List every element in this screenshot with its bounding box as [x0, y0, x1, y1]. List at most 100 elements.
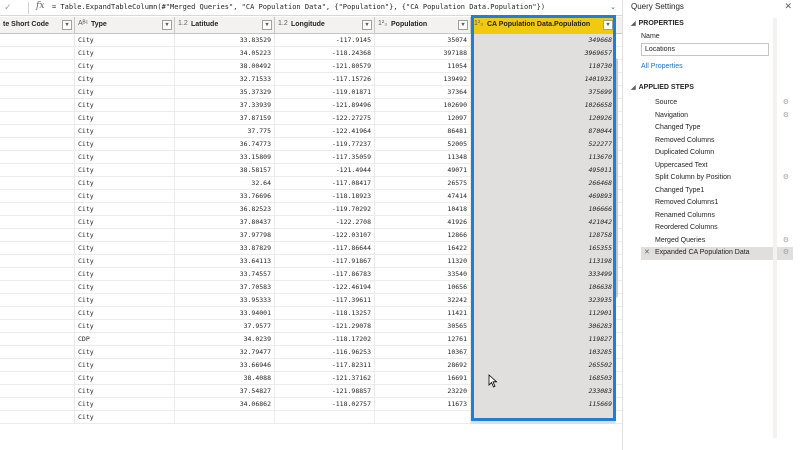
cell-population[interactable]: 30565 [375, 320, 471, 333]
cell-longitude[interactable]: -119.77237 [275, 138, 375, 151]
cell-ca-population[interactable]: 103285 [471, 346, 616, 359]
cell-longitude[interactable]: -119.70292 [275, 203, 375, 216]
cell-ca-population[interactable]: 110730 [471, 60, 616, 73]
cell-longitude[interactable]: -122.2708 [275, 216, 375, 229]
cell-type[interactable]: City [75, 47, 175, 60]
cell-latitude[interactable]: 34.0239 [175, 333, 275, 346]
cell-ca-population[interactable]: 469893 [471, 190, 616, 203]
table-row[interactable]: City 33.74557 -117.86783 33540 333499 [0, 268, 622, 281]
filter-dropdown-icon[interactable]: ▾ [262, 20, 272, 30]
cell-population[interactable]: 11054 [375, 60, 471, 73]
cell-latitude[interactable]: 32.64 [175, 177, 275, 190]
cell-population[interactable] [375, 411, 471, 424]
cell-short-code[interactable] [0, 125, 75, 138]
cell-ca-population[interactable]: 522277 [471, 138, 616, 151]
cell-longitude[interactable] [275, 411, 375, 424]
cell-type[interactable]: City [75, 385, 175, 398]
chevron-down-icon[interactable]: ⌄ [608, 3, 618, 13]
applied-step-item[interactable]: Split Column by Position ⚙ [641, 172, 793, 185]
cell-longitude[interactable]: -117.35059 [275, 151, 375, 164]
table-row[interactable]: City 33.94001 -118.13257 11421 112901 [0, 307, 622, 320]
cell-longitude[interactable]: -122.27275 [275, 112, 375, 125]
column-header-latitude[interactable]: 1.2 Latitude ▾ [175, 17, 275, 34]
cell-short-code[interactable] [0, 190, 75, 203]
cell-longitude[interactable]: -117.86644 [275, 242, 375, 255]
cell-ca-population[interactable]: 113198 [471, 255, 616, 268]
cell-short-code[interactable] [0, 294, 75, 307]
cell-short-code[interactable] [0, 86, 75, 99]
cell-latitude[interactable]: 33.94001 [175, 307, 275, 320]
formula-text[interactable]: = Table.ExpandTableColumn(#"Merged Queri… [52, 3, 545, 11]
cell-short-code[interactable] [0, 112, 75, 125]
cell-latitude[interactable]: 37.87159 [175, 112, 275, 125]
cell-population[interactable]: 86481 [375, 125, 471, 138]
applied-steps-heading[interactable]: ◢ APPLIED STEPS [631, 84, 694, 91]
cell-ca-population[interactable]: 266468 [471, 177, 616, 190]
cell-type[interactable]: City [75, 190, 175, 203]
cell-ca-population[interactable]: 106638 [471, 281, 616, 294]
cell-ca-population[interactable]: 349668 [471, 34, 616, 47]
cell-population[interactable]: 37364 [375, 86, 471, 99]
filter-dropdown-icon[interactable]: ▾ [458, 20, 468, 30]
cell-type[interactable]: City [75, 138, 175, 151]
cell-longitude[interactable]: -122.46194 [275, 281, 375, 294]
column-header-longitude[interactable]: 1.2 Longitude ▾ [275, 17, 375, 34]
applied-step-item[interactable]: ✕ Expanded CA Population Data ⚙ [641, 247, 793, 260]
cell-population[interactable]: 26575 [375, 177, 471, 190]
column-header-type[interactable]: Aᴮᶜ Type ▾ [75, 17, 175, 34]
table-row[interactable]: City 37.80437 -122.2708 41926 421042 [0, 216, 622, 229]
cell-short-code[interactable] [0, 307, 75, 320]
cell-type[interactable]: City [75, 372, 175, 385]
cell-population[interactable]: 397188 [375, 47, 471, 60]
vertical-scroll-thumb[interactable] [613, 58, 618, 298]
cell-population[interactable]: 16691 [375, 372, 471, 385]
gear-icon[interactable]: ⚙ [783, 247, 789, 260]
table-row[interactable]: City 38.58157 -121.4944 49071 495011 [0, 164, 622, 177]
table-row[interactable]: City [0, 411, 622, 424]
cell-longitude[interactable]: -121.80579 [275, 60, 375, 73]
cell-short-code[interactable] [0, 99, 75, 112]
column-header-population[interactable]: 1²₃ Population ▾ [375, 17, 471, 34]
cell-longitude[interactable]: -121.4944 [275, 164, 375, 177]
table-row[interactable]: City 37.97798 -122.03107 12866 128758 [0, 229, 622, 242]
table-row[interactable]: City 37.54827 -121.98857 23220 233083 [0, 385, 622, 398]
cell-latitude[interactable]: 37.33939 [175, 99, 275, 112]
fx-icon[interactable]: fx [36, 1, 48, 14]
cell-latitude[interactable]: 33.87829 [175, 242, 275, 255]
table-row[interactable]: City 33.87829 -117.86644 16422 165355 [0, 242, 622, 255]
cell-ca-population[interactable]: 1026658 [471, 99, 616, 112]
cell-latitude[interactable]: 38.4088 [175, 372, 275, 385]
applied-step-item[interactable]: Changed Type1 [641, 185, 793, 198]
column-type-icon[interactable]: 1.2 [178, 20, 188, 27]
cell-ca-population[interactable]: 115669 [471, 398, 616, 411]
cell-type[interactable]: City [75, 255, 175, 268]
cell-short-code[interactable] [0, 372, 75, 385]
cell-ca-population[interactable]: 870044 [471, 125, 616, 138]
applied-step-item[interactable]: Merged Queries ⚙ [641, 235, 793, 248]
delete-step-icon[interactable]: ✕ [644, 247, 650, 260]
table-row[interactable]: City 33.76696 -118.18923 47414 469893 [0, 190, 622, 203]
table-row[interactable]: City 37.70583 -122.46194 10656 106638 [0, 281, 622, 294]
cell-population[interactable]: 35074 [375, 34, 471, 47]
applied-step-item[interactable]: Changed Type [641, 122, 793, 135]
cell-longitude[interactable]: -117.9145 [275, 34, 375, 47]
table-row[interactable]: City 37.33939 -121.89496 102690 1026658 [0, 99, 622, 112]
filter-dropdown-icon[interactable]: ▾ [362, 20, 372, 30]
cell-type[interactable]: City [75, 346, 175, 359]
cell-short-code[interactable] [0, 34, 75, 47]
cell-population[interactable]: 49071 [375, 164, 471, 177]
cell-ca-population[interactable]: 1401932 [471, 73, 616, 86]
cell-population[interactable]: 102690 [375, 99, 471, 112]
cell-longitude[interactable]: -118.24368 [275, 47, 375, 60]
cell-population[interactable]: 11320 [375, 255, 471, 268]
cell-type[interactable]: City [75, 281, 175, 294]
cell-short-code[interactable] [0, 398, 75, 411]
cell-latitude[interactable]: 33.76696 [175, 190, 275, 203]
cell-population[interactable]: 33540 [375, 268, 471, 281]
cell-ca-population[interactable]: 165355 [471, 242, 616, 255]
cell-ca-population[interactable] [471, 411, 616, 424]
panel-vertical-scrollbar[interactable] [773, 18, 777, 438]
cell-type[interactable]: City [75, 294, 175, 307]
cell-short-code[interactable] [0, 385, 75, 398]
applied-step-item[interactable]: Renamed Columns [641, 210, 793, 223]
